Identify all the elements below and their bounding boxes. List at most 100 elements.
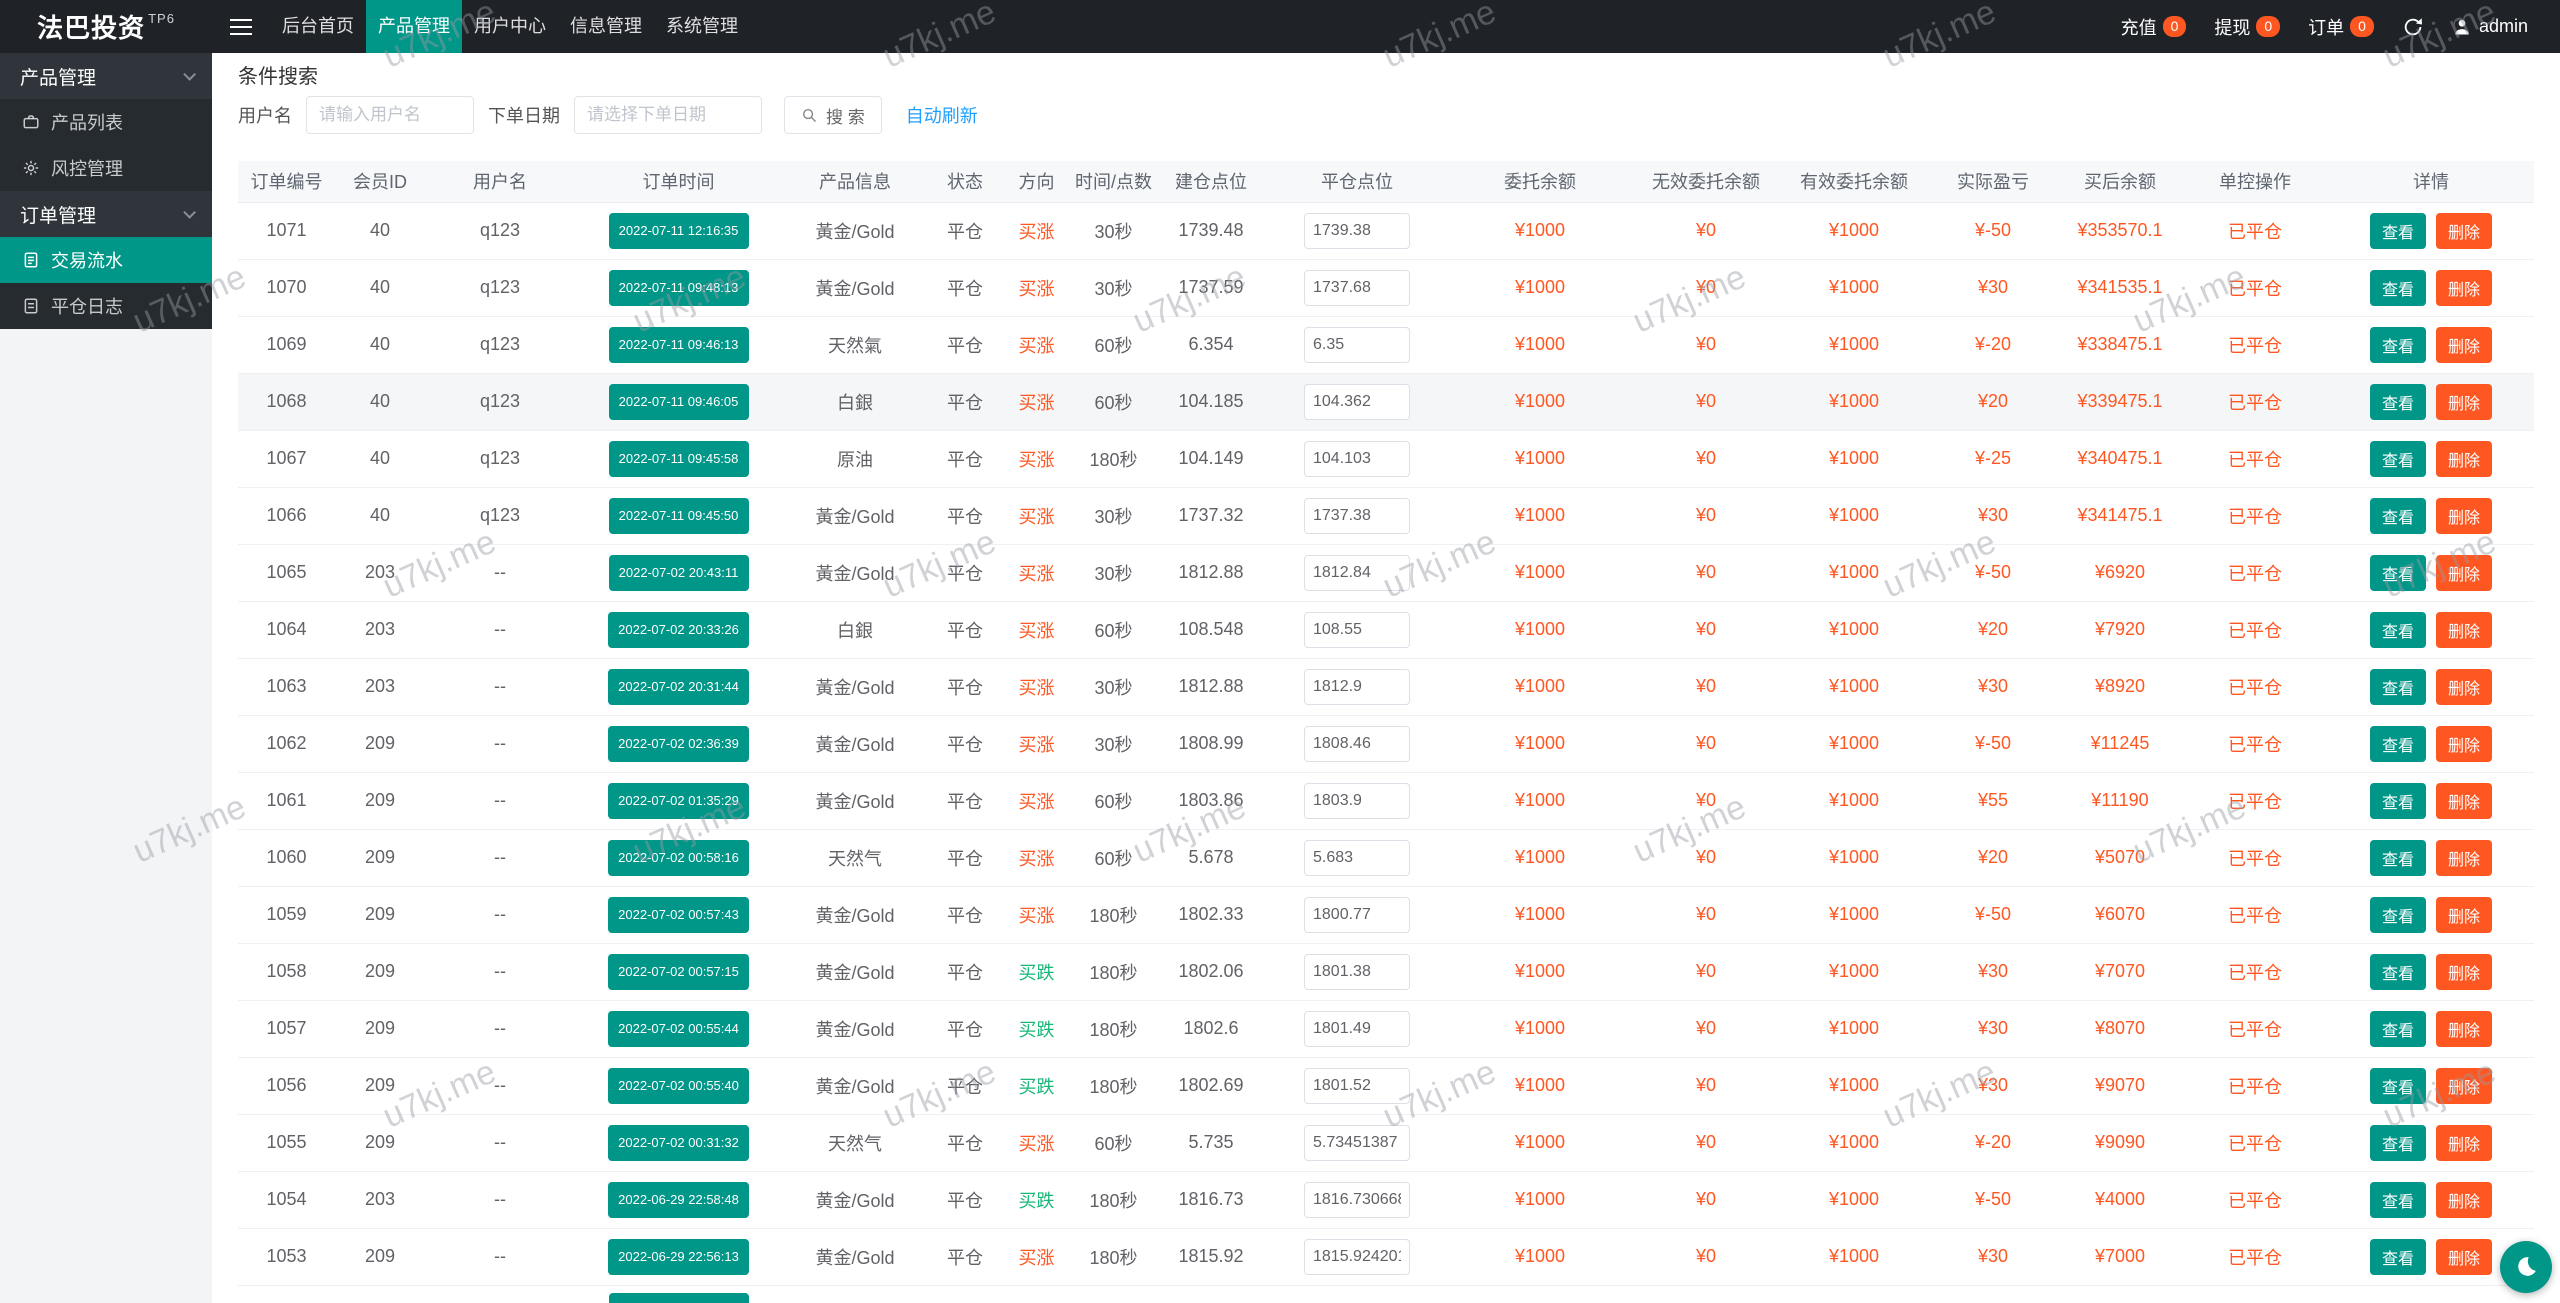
order-time-button[interactable]: 2022-07-02 20:31:44: [608, 669, 749, 705]
view-button[interactable]: 查看: [2370, 669, 2426, 705]
delete-button[interactable]: 删除: [2436, 441, 2492, 477]
order-time-button[interactable]: 2022-07-11 12:16:35: [609, 213, 749, 249]
close-price-input[interactable]: [1304, 840, 1410, 876]
view-button[interactable]: 查看: [2370, 1068, 2426, 1104]
view-button[interactable]: 查看: [2370, 1125, 2426, 1161]
delete-button[interactable]: 删除: [2436, 1011, 2492, 1047]
close-price-input[interactable]: [1304, 384, 1410, 420]
order-time-button[interactable]: 2022-07-02 01:35:29: [608, 783, 749, 819]
delete-button[interactable]: 删除: [2436, 783, 2492, 819]
order-time-button[interactable]: 2022-07-02 02:36:39: [608, 726, 749, 762]
sidebar-item-close-log[interactable]: 平仓日志: [0, 283, 212, 329]
close-price-input[interactable]: [1304, 327, 1410, 363]
view-button[interactable]: 查看: [2370, 270, 2426, 306]
sidebar-item-trade-flow[interactable]: 交易流水: [0, 237, 212, 283]
delete-button[interactable]: 删除: [2436, 612, 2492, 648]
order-time-button[interactable]: 2022-07-11 09:46:05: [609, 384, 749, 420]
delete-button[interactable]: 删除: [2436, 1125, 2492, 1161]
orders-shortcut[interactable]: 订单 0: [2308, 14, 2374, 40]
view-button[interactable]: 查看: [2370, 726, 2426, 762]
close-price-input[interactable]: [1304, 954, 1410, 990]
close-price-input[interactable]: [1304, 213, 1410, 249]
view-button[interactable]: 查看: [2370, 897, 2426, 933]
delete-button[interactable]: 删除: [2436, 954, 2492, 990]
sidebar-section-order-management[interactable]: 订单管理: [0, 191, 212, 237]
delete-button[interactable]: 删除: [2436, 669, 2492, 705]
recharge-shortcut[interactable]: 充值 0: [2121, 14, 2187, 40]
order-time-button[interactable]: 2022-07-02 20:33:26: [608, 612, 749, 648]
delete-button[interactable]: 删除: [2436, 213, 2492, 249]
order-time-button[interactable]: [609, 1293, 749, 1303]
close-price-input[interactable]: [1304, 555, 1410, 591]
close-price-input[interactable]: [1304, 441, 1410, 477]
nav-item-product-management[interactable]: 产品管理: [366, 0, 462, 53]
menu-toggle-icon[interactable]: [212, 0, 270, 53]
delete-button[interactable]: 删除: [2436, 555, 2492, 591]
close-price-input[interactable]: [1304, 270, 1410, 306]
view-button[interactable]: 查看: [2370, 498, 2426, 534]
invalid-consign-balance: ¥0: [1632, 202, 1780, 259]
close-price-input[interactable]: [1304, 1068, 1410, 1104]
view-button[interactable]: 查看: [2370, 1239, 2426, 1275]
user-menu[interactable]: admin: [2452, 16, 2528, 37]
view-button[interactable]: 查看: [2370, 384, 2426, 420]
delete-button[interactable]: 删除: [2436, 498, 2492, 534]
order-time-button[interactable]: 2022-06-29 22:58:48: [608, 1182, 749, 1218]
delete-button[interactable]: 删除: [2436, 840, 2492, 876]
close-price-input[interactable]: [1304, 1011, 1410, 1047]
delete-button[interactable]: 删除: [2436, 327, 2492, 363]
search-button[interactable]: 搜 索: [784, 96, 882, 134]
nav-item-dashboard[interactable]: 后台首页: [270, 0, 366, 53]
view-button[interactable]: 查看: [2370, 213, 2426, 249]
nav-item-system-management[interactable]: 系统管理: [654, 0, 750, 53]
delete-button[interactable]: 删除: [2436, 1068, 2492, 1104]
sidebar-item-product-list[interactable]: 产品列表: [0, 99, 212, 145]
order-time-button[interactable]: 2022-07-02 00:31:32: [608, 1125, 749, 1161]
delete-button[interactable]: 删除: [2436, 897, 2492, 933]
order-time-button[interactable]: 2022-07-02 00:55:44: [608, 1011, 749, 1047]
view-button[interactable]: 查看: [2370, 1182, 2426, 1218]
order-time-button[interactable]: 2022-07-11 09:45:50: [609, 498, 749, 534]
sidebar-section-product-management[interactable]: 产品管理: [0, 53, 212, 99]
nav-item-user-center[interactable]: 用户中心: [462, 0, 558, 53]
floating-service-button[interactable]: [2500, 1241, 2552, 1293]
close-price-input[interactable]: [1304, 1239, 1410, 1275]
order-time-button[interactable]: 2022-07-11 09:46:13: [609, 327, 749, 363]
view-button[interactable]: 查看: [2370, 954, 2426, 990]
order-time-button[interactable]: 2022-07-02 00:57:15: [608, 954, 749, 990]
close-price-input[interactable]: [1304, 498, 1410, 534]
view-button[interactable]: 查看: [2370, 840, 2426, 876]
delete-button[interactable]: 删除: [2436, 270, 2492, 306]
view-button[interactable]: 查看: [2370, 612, 2426, 648]
view-button[interactable]: 查看: [2370, 783, 2426, 819]
view-button[interactable]: 查看: [2370, 1011, 2426, 1047]
delete-button[interactable]: 删除: [2436, 384, 2492, 420]
close-price-input[interactable]: [1304, 897, 1410, 933]
order-time-button[interactable]: 2022-07-11 09:48:13: [609, 270, 749, 306]
close-price-input[interactable]: [1304, 612, 1410, 648]
close-price-input[interactable]: [1304, 726, 1410, 762]
close-price-input[interactable]: [1304, 669, 1410, 705]
view-button[interactable]: 查看: [2370, 327, 2426, 363]
order-date-input[interactable]: [574, 96, 762, 134]
order-time-button[interactable]: 2022-07-02 20:43:11: [609, 555, 749, 591]
nav-item-info-management[interactable]: 信息管理: [558, 0, 654, 53]
close-price-input[interactable]: [1304, 783, 1410, 819]
order-time-button[interactable]: 2022-07-02 00:57:43: [608, 897, 749, 933]
order-time-button[interactable]: 2022-07-02 00:55:40: [608, 1068, 749, 1104]
withdraw-shortcut[interactable]: 提现 0: [2214, 14, 2280, 40]
refresh-icon[interactable]: [2402, 16, 2424, 38]
view-button[interactable]: 查看: [2370, 441, 2426, 477]
delete-button[interactable]: 删除: [2436, 1239, 2492, 1275]
auto-refresh-link[interactable]: 自动刷新: [906, 102, 978, 128]
delete-button[interactable]: 删除: [2436, 1182, 2492, 1218]
view-button[interactable]: 查看: [2370, 555, 2426, 591]
username-input[interactable]: [306, 96, 474, 134]
close-price-input[interactable]: [1304, 1125, 1410, 1161]
sidebar-item-risk-management[interactable]: 风控管理: [0, 145, 212, 191]
order-time-button[interactable]: 2022-06-29 22:56:13: [608, 1239, 749, 1275]
order-time-button[interactable]: 2022-07-11 09:45:58: [609, 441, 749, 477]
order-time-button[interactable]: 2022-07-02 00:58:16: [608, 840, 749, 876]
delete-button[interactable]: 删除: [2436, 726, 2492, 762]
close-price-input[interactable]: [1304, 1182, 1410, 1218]
